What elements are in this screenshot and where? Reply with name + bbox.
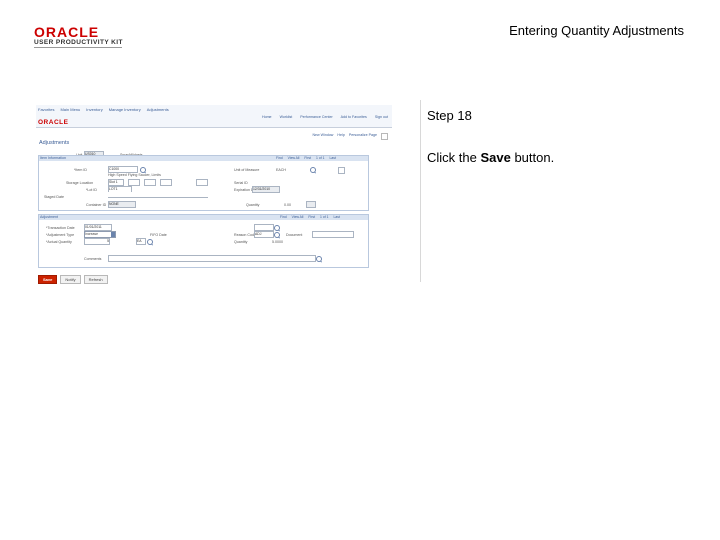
page-subnav: New Window Help Personalize Page — [312, 133, 388, 140]
search-icon[interactable] — [274, 232, 280, 238]
save-button[interactable]: Save — [38, 275, 58, 284]
item-id-field[interactable]: C1000 — [108, 166, 138, 173]
page-title: Adjustments — [39, 140, 70, 146]
row-count: 1 of 1 — [320, 215, 329, 219]
item-id-label: *Item ID — [74, 168, 87, 172]
document-label: Document — [286, 233, 303, 237]
app-nav: Home Worklist Performance Center Add to … — [262, 115, 388, 119]
nav-sign-out[interactable]: Sign out — [375, 115, 388, 119]
header-rule — [36, 127, 392, 128]
notify-button[interactable]: Notify — [60, 275, 81, 284]
page-buttons: Save Notify Refresh — [38, 275, 108, 284]
app-logo: ORACLE — [38, 119, 69, 126]
nav-add-favorites[interactable]: Add to Favorites — [341, 115, 367, 119]
breadcrumb-item[interactable]: Main Menu — [60, 107, 80, 112]
breadcrumb-item[interactable]: Inventory — [86, 107, 102, 112]
first-link[interactable]: First — [308, 215, 315, 219]
app-topbar: Favorites Main Menu Inventory Manage Inv… — [36, 105, 392, 127]
nav-home[interactable]: Home — [262, 115, 272, 119]
oracle-upk-logo: ORACLE USER PRODUCTIVITY KIT — [34, 24, 134, 48]
container-id-label: Container ID — [86, 203, 107, 207]
quantity-label: Quantity — [246, 203, 260, 207]
nav-performance-center[interactable]: Performance Center — [300, 115, 332, 119]
serial-id-label: Serial ID — [234, 181, 248, 185]
last-link[interactable]: Last — [334, 215, 340, 219]
section-nav-adjustment: Find View All First 1 of 1 Last — [280, 215, 340, 219]
unit-of-measure-label: Unit of Measure — [234, 168, 260, 172]
storage-level-field[interactable] — [196, 179, 208, 186]
breadcrumb-item[interactable]: Manage Inventory — [109, 107, 141, 112]
comments-label: Comments — [84, 257, 102, 261]
storage-location-field[interactable]: Slot 1 — [108, 179, 124, 186]
breadcrumb: Favorites Main Menu Inventory Manage Inv… — [38, 107, 169, 112]
section-title-adjustment: Adjustment — [40, 215, 58, 219]
storage-level-field[interactable] — [160, 179, 172, 186]
expiration-date-field: 12/31/2010 — [252, 186, 280, 193]
find-link[interactable]: Find — [276, 156, 283, 160]
quantity-uom — [306, 201, 316, 208]
personalize-link[interactable]: Personalize Page — [349, 133, 377, 140]
reason-select[interactable] — [254, 224, 274, 231]
lot-underline — [108, 192, 208, 198]
logo-wordmark: ORACLE — [34, 24, 100, 40]
adj-quantity-value: 5.0000 — [272, 240, 283, 244]
logo-subtitle: USER PRODUCTIVITY KIT — [34, 39, 123, 46]
refresh-button[interactable]: Refresh — [83, 275, 108, 284]
unit-of-measure-value: EACH — [276, 168, 286, 172]
storage-level-field[interactable] — [144, 179, 156, 186]
help-link[interactable]: Help — [337, 133, 344, 140]
step-instruction: Click the Save button. — [427, 150, 554, 165]
uom-picker[interactable] — [338, 167, 345, 174]
search-icon[interactable] — [147, 239, 153, 245]
item-description: High Speed Flying Saucer, Limits — [108, 173, 161, 177]
app-screenshot: Favorites Main Menu Inventory Manage Inv… — [36, 105, 392, 290]
first-link[interactable]: First — [304, 156, 311, 160]
actual-quantity-field[interactable]: 5 — [84, 238, 110, 245]
slide-title: Entering Quantity Adjustments — [509, 23, 684, 38]
find-link[interactable]: Find — [280, 215, 287, 219]
row-count: 1 of 1 — [316, 156, 325, 160]
new-window-link[interactable]: New Window — [312, 133, 333, 140]
breadcrumb-item[interactable]: Adjustments — [147, 107, 169, 112]
reason-code-label: Reason Code — [234, 233, 256, 237]
quantity-value: 0.00 — [284, 203, 291, 207]
transaction-date-label: *Transaction Date — [46, 226, 75, 230]
view-all-link[interactable]: View All — [292, 215, 304, 219]
fifo-date-label: FIFO Date — [150, 233, 167, 237]
instruction-prefix: Click the — [427, 150, 481, 165]
last-link[interactable]: Last — [330, 156, 336, 160]
instruction-bold: Save — [480, 150, 511, 165]
search-icon[interactable] — [274, 225, 280, 231]
content-divider — [420, 100, 421, 282]
container-id-field: NONE — [108, 201, 136, 208]
step-title: Step 18 — [427, 108, 472, 123]
lot-id-label: *Lot ID — [86, 188, 97, 192]
section-title-item: Item Information — [40, 156, 66, 160]
print-icon[interactable] — [381, 133, 388, 140]
actual-quantity-uom[interactable]: EA — [136, 238, 146, 245]
logo-rule — [34, 47, 122, 48]
document-field[interactable] — [312, 231, 354, 238]
nav-worklist[interactable]: Worklist — [280, 115, 293, 119]
adjustment-type-select[interactable]: Increase — [84, 231, 116, 238]
adj-quantity-label: Quantity — [234, 240, 248, 244]
transaction-date-field[interactable]: 01/01/2011 — [84, 224, 112, 231]
staged-date-label: Staged Date — [44, 195, 64, 199]
breadcrumb-item[interactable]: Favorites — [38, 107, 54, 112]
storage-level-field[interactable] — [128, 179, 140, 186]
instruction-suffix: button. — [510, 150, 555, 165]
storage-location-label: Storage Location — [66, 181, 94, 185]
reason-code-field[interactable]: ADJ — [254, 231, 274, 238]
view-all-link[interactable]: View All — [288, 156, 300, 160]
search-icon[interactable] — [310, 167, 316, 173]
search-icon[interactable] — [316, 256, 322, 262]
actual-quantity-label: *Actual Quantity — [46, 240, 72, 244]
comments-field[interactable] — [108, 255, 316, 262]
adjustment-type-label: *Adjustment Type — [46, 233, 75, 237]
section-nav-item: Find View All First 1 of 1 Last — [276, 156, 336, 160]
